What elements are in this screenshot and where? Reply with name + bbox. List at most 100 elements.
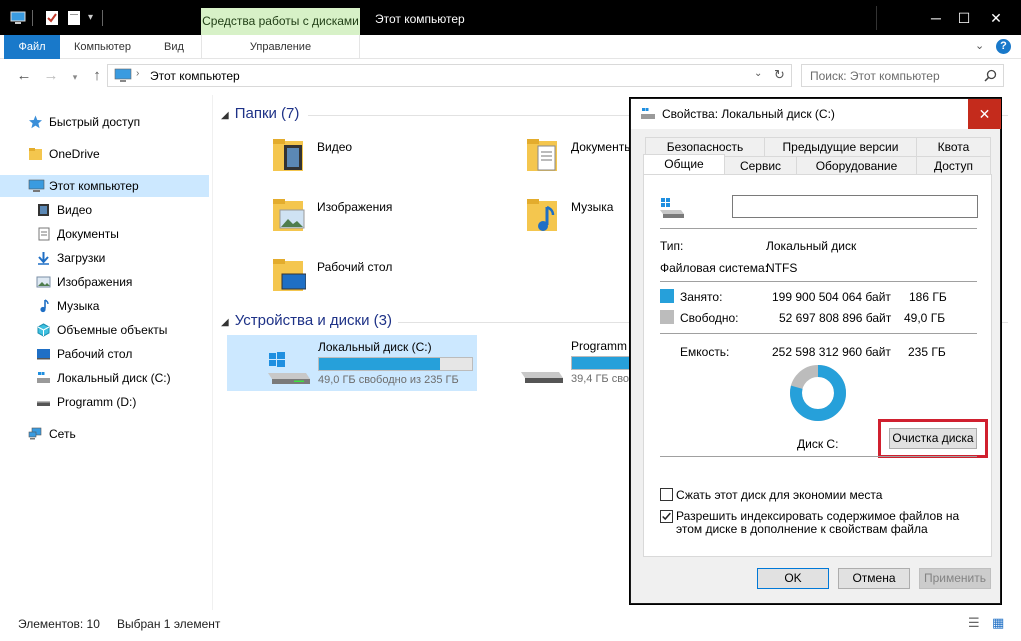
general-tab-panel: Тип: Локальный диск Файловая система: NT… (643, 174, 992, 557)
nav-item-onedrive[interactable]: OneDrive (0, 143, 209, 165)
used-bytes: 199 900 504 064 байт (772, 290, 891, 304)
network-icon (28, 427, 42, 440)
capacity-label: Емкость: (680, 345, 730, 359)
nav-item-local-disk-c[interactable]: Локальный диск (C:) (0, 367, 209, 389)
nav-item-this-pc[interactable]: Этот компьютер (0, 175, 209, 197)
index-checkbox[interactable] (660, 510, 673, 523)
forward-icon[interactable]: → (42, 67, 60, 84)
volume-label-input[interactable] (732, 195, 978, 218)
used-space-swatch (660, 289, 674, 303)
tab-hardware[interactable]: Оборудование (796, 156, 917, 175)
devices-group-header[interactable]: ◢ Устройства и диски (3) (221, 312, 392, 329)
desktop-icon (37, 349, 50, 360)
up-icon[interactable]: ↑ (88, 67, 106, 84)
folders-group-header[interactable]: ◢ Папки (7) (221, 105, 299, 122)
properties-icon[interactable] (44, 10, 60, 26)
folder-videos[interactable]: Видео (272, 135, 512, 187)
music-folder-icon (527, 199, 557, 231)
capacity-size: 235 ГБ (908, 345, 946, 359)
back-icon[interactable]: ← (15, 67, 33, 84)
nav-item-desktop[interactable]: Рабочий стол (0, 343, 209, 365)
pictures-folder-icon (273, 199, 305, 231)
nav-item-videos[interactable]: Видео (0, 199, 209, 221)
help-icon[interactable]: ? (996, 39, 1011, 54)
nav-item-pictures[interactable]: Изображения (0, 271, 209, 293)
drive-icon (521, 372, 563, 383)
free-label: Свободно: (680, 311, 739, 325)
divider (660, 456, 977, 457)
drive-local-c[interactable]: Локальный диск (C:) 49,0 ГБ свободно из … (227, 335, 477, 391)
minimize-icon[interactable]: ─ (922, 6, 950, 30)
windows-drive-icon (268, 352, 310, 384)
address-field[interactable]: › Этот компьютер ⌄ ↻ (107, 64, 792, 87)
new-folder-icon[interactable] (66, 10, 82, 26)
tab-view[interactable]: Вид (164, 35, 184, 59)
nav-item-documents[interactable]: Документы (0, 223, 209, 245)
capacity-bytes: 252 598 312 960 байт (772, 345, 891, 359)
refresh-icon[interactable]: ↻ (774, 67, 785, 83)
divider (660, 333, 977, 334)
status-bar: Элементов: 10 Выбран 1 элемент ☰ ▦ (0, 612, 1021, 641)
star-icon (29, 115, 42, 129)
tab-tools[interactable]: Сервис (724, 156, 797, 175)
drive-icon (37, 401, 50, 406)
ok-button[interactable]: OK (757, 568, 829, 589)
nav-item-quick-access[interactable]: Быстрый доступ (0, 111, 209, 133)
documents-folder-icon (527, 139, 557, 171)
nav-item-music[interactable]: Музыка (0, 295, 209, 317)
folder-pictures[interactable]: Изображения (272, 195, 512, 247)
drive-icon (37, 372, 50, 383)
computer-icon[interactable] (10, 10, 26, 26)
disk-label: Диск C: (797, 437, 839, 451)
computer-icon (114, 68, 132, 82)
maximize-icon[interactable]: ☐ (950, 6, 978, 30)
tab-sharing[interactable]: Доступ (916, 156, 991, 175)
divider (32, 10, 33, 26)
divider (660, 228, 977, 229)
breadcrumb[interactable]: Этот компьютер (150, 69, 240, 83)
image-icon (36, 276, 51, 288)
apply-button[interactable]: Применить (919, 568, 991, 589)
music-icon (40, 299, 49, 313)
close-icon[interactable]: ✕ (982, 6, 1010, 30)
tab-manage[interactable]: Управление (201, 35, 360, 59)
tab-computer[interactable]: Компьютер (74, 35, 131, 59)
disk-usage-donut-chart (790, 365, 846, 421)
address-dropdown-icon[interactable]: ⌄ (754, 68, 762, 79)
folder-desktop[interactable]: Рабочий стол (272, 255, 512, 307)
divider (660, 281, 977, 282)
collapse-icon[interactable]: ◢ (221, 317, 229, 328)
cancel-button[interactable]: Отмена (838, 568, 910, 589)
tiles-view-icon[interactable]: ▦ (992, 615, 1004, 631)
expand-ribbon-icon[interactable]: ⌄ (975, 39, 984, 52)
nav-item-programm-d[interactable]: Programm (D:) (0, 391, 209, 413)
collapse-icon[interactable]: ◢ (221, 110, 229, 121)
details-view-icon[interactable]: ☰ (968, 615, 980, 631)
compress-label: Сжать этот диск для экономии места (676, 488, 883, 502)
filesystem-value: NTFS (766, 261, 798, 275)
search-icon[interactable] (984, 69, 997, 82)
type-label: Тип: (660, 239, 684, 253)
window-title: Этот компьютер (375, 12, 465, 26)
close-button[interactable]: ✕ (968, 99, 1001, 129)
filesystem-label: Файловая система: (660, 261, 769, 275)
tab-previous-versions[interactable]: Предыдущие версии (764, 137, 917, 156)
tab-file[interactable]: Файл (4, 35, 60, 59)
free-bytes: 52 697 808 896 байт (779, 311, 892, 325)
recent-locations-icon[interactable]: ▾ (66, 72, 84, 83)
compress-checkbox[interactable] (660, 488, 673, 501)
breadcrumb-chevron-icon[interactable]: › (136, 68, 139, 79)
search-input[interactable]: Поиск: Этот компьютер (801, 64, 1004, 87)
tab-general[interactable]: Общие (643, 154, 725, 175)
type-value: Локальный диск (766, 239, 857, 253)
drive-tools-tab[interactable]: Средства работы с дисками (201, 8, 360, 35)
ribbon: Файл Компьютер Вид Управление ⌄ ? (0, 35, 1021, 59)
nav-item-3d-objects[interactable]: Объемные объекты (0, 319, 209, 341)
used-label: Занято: (680, 290, 723, 304)
download-icon (38, 252, 49, 265)
drive-usage-fill (319, 358, 440, 370)
qa-dropdown-icon[interactable]: ▾ (88, 12, 93, 23)
nav-item-network[interactable]: Сеть (0, 423, 209, 445)
nav-item-downloads[interactable]: Загрузки (0, 247, 209, 269)
tab-quota[interactable]: Квота (916, 137, 991, 156)
